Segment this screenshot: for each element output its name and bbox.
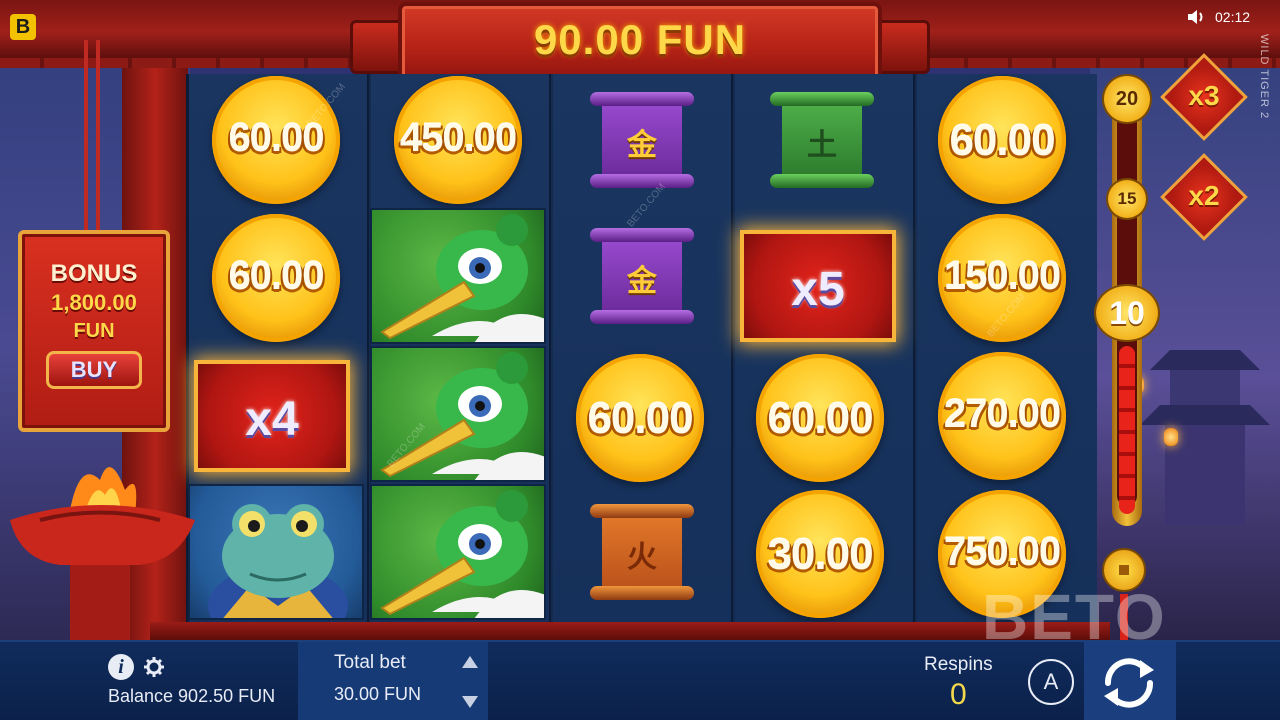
multiplier-value: x5	[791, 263, 845, 316]
scroll-rod	[770, 174, 874, 188]
scroll-rod	[590, 586, 694, 600]
scroll-rod	[590, 174, 694, 188]
coin-value: 150.00	[943, 254, 1061, 298]
multiplier-symbol: x5	[734, 220, 902, 352]
frog-symbol	[188, 484, 364, 620]
scroll-glyph: 金	[627, 264, 657, 299]
side-multiplier-x2-label: x2	[1188, 180, 1220, 211]
coin-value: 60.00	[767, 394, 873, 443]
coin-symbol: 30.00	[756, 490, 884, 618]
lantern-icon	[1164, 428, 1178, 446]
coin-symbol: 60.00	[756, 354, 884, 482]
spin-icon[interactable]	[1096, 650, 1162, 716]
scroll-symbol: 金	[590, 92, 694, 188]
coin-value: 60.00	[228, 254, 324, 298]
meter-mark-20: 20	[1104, 76, 1150, 122]
scroll-glyph: 金	[627, 128, 657, 163]
arrow-up-icon[interactable]	[460, 654, 480, 670]
total-bet-value: 30.00 FUN	[334, 684, 422, 704]
coin-value: 60.00	[949, 116, 1055, 165]
crane-symbol	[370, 208, 546, 344]
respins-value: 0	[950, 678, 967, 711]
meter-mark-15: 15	[1108, 180, 1146, 218]
coin-value: 60.00	[587, 394, 693, 443]
respins-label: Respins	[924, 654, 993, 675]
scroll-rod	[590, 228, 694, 242]
coin-value: 750.00	[943, 530, 1061, 574]
balance-label: Balance 902.50 FUN	[108, 686, 276, 706]
crane-icon	[380, 490, 544, 618]
info-icon[interactable]: i	[108, 654, 134, 680]
arrow-down-icon[interactable]	[460, 694, 480, 710]
coin-value: 60.00	[228, 116, 324, 160]
hanging-rope	[96, 40, 100, 230]
meter-fill	[1119, 346, 1135, 514]
scroll-symbol: 土	[770, 92, 874, 188]
scroll-glyph: 土	[807, 128, 837, 163]
scroll-rod	[590, 92, 694, 106]
crane-icon	[380, 214, 544, 342]
scroll-glyph: 火	[627, 540, 657, 575]
sound-icon[interactable]	[1187, 9, 1207, 25]
autoplay-icon[interactable]: A	[1028, 659, 1074, 705]
coin-symbol: 450.00	[394, 76, 522, 204]
multiplier-meter: 20 15 10	[1096, 76, 1158, 536]
hanging-rope	[84, 40, 88, 230]
scroll-rod	[770, 92, 874, 106]
coin-symbol: 60.00	[212, 76, 340, 204]
bonus-title: BONUS	[50, 260, 138, 287]
coin-symbol: 60.00	[576, 354, 704, 482]
total-bet-label: Total bet	[334, 652, 406, 673]
pagoda-silhouette	[1140, 350, 1270, 525]
game-name-label: WILD TIGER 2	[1258, 34, 1270, 120]
side-multiplier-x3-label: x3	[1188, 80, 1220, 111]
clock: 02:12	[1215, 9, 1251, 25]
bonus-currency: FUN	[73, 320, 115, 342]
brand-logo[interactable]: B	[10, 14, 36, 40]
coin-symbol: 60.00	[212, 214, 340, 342]
scroll-rod	[590, 504, 694, 518]
multiplier-value: x4	[245, 393, 299, 446]
scroll-symbol: 金	[590, 228, 694, 324]
coin-value: 450.00	[399, 116, 517, 160]
reel-frame-bottom	[150, 622, 1110, 640]
coin-value: 270.00	[943, 392, 1061, 436]
buy-bonus-button[interactable]: BUY	[46, 351, 142, 389]
scroll-rod	[590, 310, 694, 324]
multiplier-symbol: x4	[188, 350, 356, 482]
win-amount: 90.00 FUN	[533, 16, 747, 63]
bonus-buy-panel: BONUS 1,800.00 FUN BUY	[18, 230, 170, 432]
coin-symbol: 270.00	[938, 352, 1066, 480]
gear-icon[interactable]	[144, 657, 164, 677]
coin-value: 30.00	[767, 530, 873, 579]
crane-symbol	[370, 484, 546, 620]
scroll-symbol: 火	[590, 504, 694, 600]
fire-brazier-icon	[10, 467, 195, 640]
frog-icon	[208, 504, 348, 618]
meter-mark-10-active: 10	[1096, 286, 1158, 340]
bottom-bar: i Balance 902.50 FUN Total bet 30.00 FUN…	[0, 640, 1280, 720]
bonus-price: 1,800.00	[51, 290, 137, 315]
coin-symbol: 60.00	[938, 76, 1066, 204]
